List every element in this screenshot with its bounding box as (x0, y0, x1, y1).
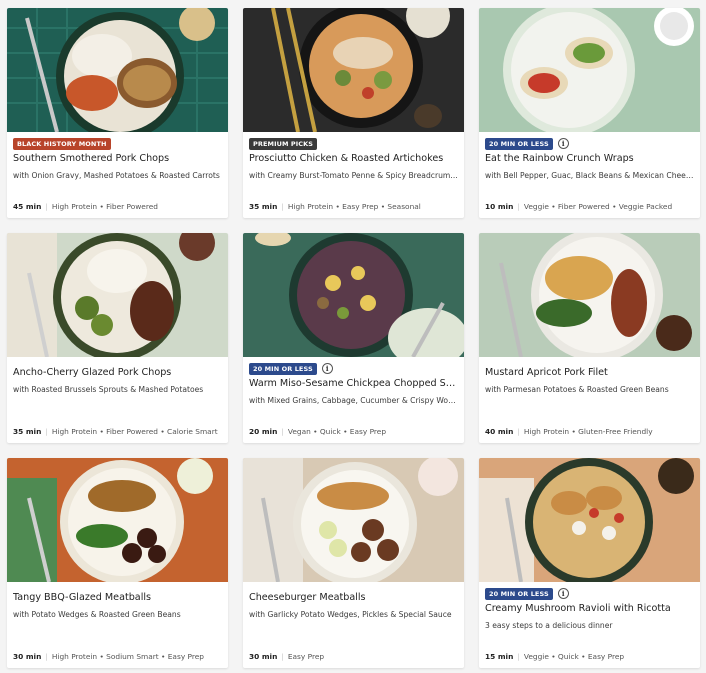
recipe-tags: Veggie • Fiber Powered • Veggie Packed (523, 201, 673, 211)
recipe-title[interactable]: Southern Smothered Pork Chops (13, 153, 222, 164)
recipe-tags: Veggie • Quick • Easy Prep (523, 651, 625, 661)
recipe-tags: High Protein • Sodium Smart • Easy Prep (51, 651, 204, 661)
cook-time: 45 min (13, 201, 42, 211)
recipe-subtitle: with Potato Wedges & Roasted Green Beans (13, 610, 181, 619)
separator: | (517, 426, 520, 436)
recipe-photo[interactable] (479, 233, 700, 357)
cook-time: 20 min (249, 426, 278, 436)
cook-time: 40 min (485, 426, 514, 436)
recipe-meta: 45 min | High Protein • Fiber Powered (13, 200, 222, 212)
recipe-card[interactable]: 20 MIN OR LESS i Creamy Mushroom Ravioli… (479, 458, 700, 668)
recipe-photo[interactable] (479, 458, 700, 582)
recipe-card[interactable]: 20 MIN OR LESS i Warm Miso-Sesame Chickp… (243, 233, 464, 443)
recipe-card[interactable]: Ancho-Cherry Glazed Pork Chops with Roas… (7, 233, 228, 443)
recipe-meta: 10 min | Veggie • Fiber Powered • Veggie… (485, 200, 694, 212)
recipe-card[interactable]: 20 MIN OR LESS i Eat the Rainbow Crunch … (479, 8, 700, 218)
separator: | (517, 201, 520, 211)
cook-time: 10 min (485, 201, 514, 211)
cook-time: 15 min (485, 651, 514, 661)
promo-badge: 20 MIN OR LESS (485, 137, 553, 150)
separator: | (281, 426, 284, 436)
promo-badge: 20 MIN OR LESS (249, 362, 317, 375)
recipe-photo[interactable] (243, 233, 464, 357)
recipe-tags: High Protein • Gluten-Free Friendly (523, 426, 653, 436)
separator: | (517, 651, 520, 661)
recipe-title[interactable]: Ancho-Cherry Glazed Pork Chops (13, 367, 222, 378)
separator: | (45, 426, 48, 436)
recipe-photo[interactable] (7, 458, 228, 582)
info-icon[interactable]: i (557, 588, 569, 599)
recipe-meta: 15 min | Veggie • Quick • Easy Prep (485, 650, 694, 662)
info-icon[interactable]: i (321, 363, 333, 374)
recipe-photo[interactable] (479, 8, 700, 132)
recipe-title[interactable]: Prosciutto Chicken & Roasted Artichokes (249, 153, 458, 164)
cook-time: 30 min (13, 651, 42, 661)
recipe-tags: High Protein • Easy Prep • Seasonal (287, 201, 421, 211)
recipe-card[interactable]: Tangy BBQ-Glazed Meatballs with Potato W… (7, 458, 228, 668)
recipe-tags: High Protein • Fiber Powered (51, 201, 158, 211)
recipe-card[interactable]: PREMIUM PICKS Prosciutto Chicken & Roast… (243, 8, 464, 218)
recipe-card[interactable]: Cheeseburger Meatballs with Garlicky Pot… (243, 458, 464, 668)
recipe-meta: 35 min | High Protein • Easy Prep • Seas… (249, 200, 458, 212)
recipe-photo[interactable] (243, 8, 464, 132)
recipe-title[interactable]: Cheeseburger Meatballs (249, 592, 458, 603)
cook-time: 35 min (249, 201, 278, 211)
separator: | (281, 651, 284, 661)
promo-badge: BLACK HISTORY MONTH (13, 137, 111, 150)
recipe-tags: Easy Prep (287, 651, 325, 661)
promo-badge: PREMIUM PICKS (249, 137, 318, 150)
cook-time: 30 min (249, 651, 278, 661)
info-icon[interactable]: i (557, 138, 569, 149)
recipe-title[interactable]: Warm Miso-Sesame Chickpea Chopped Salad (249, 378, 458, 389)
recipe-subtitle: with Garlicky Potato Wedges, Pickles & S… (249, 610, 452, 619)
recipe-title[interactable]: Tangy BBQ-Glazed Meatballs (13, 592, 222, 603)
recipe-photo[interactable] (7, 8, 228, 132)
recipe-meta: 20 min | Vegan • Quick • Easy Prep (249, 425, 458, 437)
recipe-meta: 30 min | High Protein • Sodium Smart • E… (13, 650, 222, 662)
separator: | (281, 201, 284, 211)
recipe-subtitle: with Parmesan Potatoes & Roasted Green B… (485, 385, 669, 394)
separator: | (45, 201, 48, 211)
recipe-meta: 35 min | High Protein • Fiber Powered • … (13, 425, 222, 437)
recipe-meta: 30 min | Easy Prep (249, 650, 458, 662)
separator: | (45, 651, 48, 661)
recipe-title[interactable]: Eat the Rainbow Crunch Wraps (485, 153, 694, 164)
recipe-subtitle: 3 easy steps to a delicious dinner (485, 621, 613, 630)
recipe-title[interactable]: Creamy Mushroom Ravioli with Ricotta (485, 603, 694, 614)
recipe-grid: BLACK HISTORY MONTH Southern Smothered P… (0, 0, 706, 673)
cook-time: 35 min (13, 426, 42, 436)
recipe-tags: High Protein • Fiber Powered • Calorie S… (51, 426, 218, 436)
recipe-subtitle: with Onion Gravy, Mashed Potatoes & Roas… (13, 171, 220, 180)
recipe-card[interactable]: BLACK HISTORY MONTH Southern Smothered P… (7, 8, 228, 218)
recipe-card[interactable]: Mustard Apricot Pork Filet with Parmesan… (479, 233, 700, 443)
recipe-photo[interactable] (7, 233, 228, 357)
recipe-subtitle: with Mixed Grains, Cabbage, Cucumber & C… (249, 396, 458, 405)
promo-badge: 20 MIN OR LESS (485, 587, 553, 600)
recipe-meta: 40 min | High Protein • Gluten-Free Frie… (485, 425, 694, 437)
recipe-subtitle: with Bell Pepper, Guac, Black Beans & Me… (485, 171, 694, 180)
recipe-title[interactable]: Mustard Apricot Pork Filet (485, 367, 694, 378)
recipe-tags: Vegan • Quick • Easy Prep (287, 426, 387, 436)
recipe-subtitle: with Creamy Burst-Tomato Penne & Spicy B… (249, 171, 458, 180)
recipe-subtitle: with Roasted Brussels Sprouts & Mashed P… (13, 385, 204, 394)
recipe-photo[interactable] (243, 458, 464, 582)
